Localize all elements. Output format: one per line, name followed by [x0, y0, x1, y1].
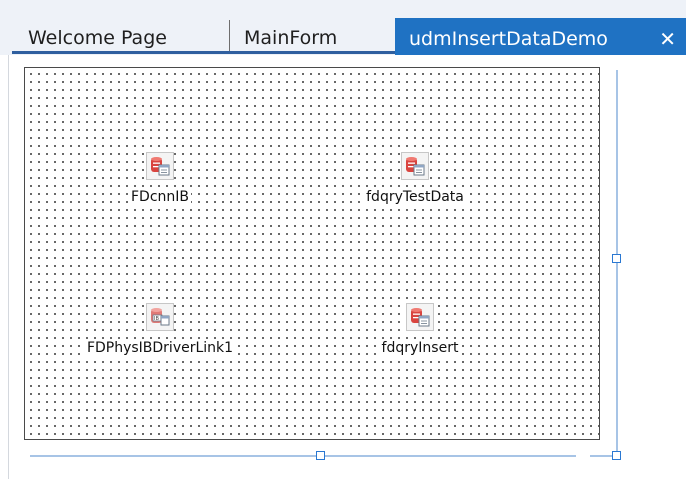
database-icon [146, 152, 174, 180]
resize-guide-horizontal [30, 455, 620, 457]
component-fdcnnib[interactable]: FDcnnIB [90, 152, 230, 205]
tab-udminsertdatademo[interactable]: udmInsertDataDemo ✕ [395, 18, 686, 55]
component-label: FDcnnIB [128, 189, 191, 205]
ib-driver-icon: IB [146, 303, 174, 331]
guide-gap [576, 454, 590, 458]
component-fdqrytestdata[interactable]: fdqryTestData [325, 152, 505, 205]
database-icon [406, 303, 434, 331]
data-module-design-surface[interactable]: FDcnnIB fdqryTestData IB FDPhysIBDriverL… [24, 67, 600, 440]
resize-handle-corner[interactable] [612, 451, 621, 460]
tab-mainform[interactable]: MainForm [229, 20, 391, 53]
content-left-border [8, 55, 9, 479]
resize-handle-right[interactable] [612, 254, 621, 263]
document-tab-bar: Welcome Page MainForm udmInsertDataDemo … [0, 0, 686, 55]
close-icon[interactable]: ✕ [659, 19, 676, 59]
resize-guide-vertical [616, 70, 618, 460]
tab-underline [12, 51, 395, 54]
tab-welcome-page[interactable]: Welcome Page [14, 20, 229, 53]
component-fdqryinsert[interactable]: fdqryInsert [355, 303, 485, 356]
component-label: fdqryTestData [364, 189, 466, 205]
component-label: FDPhysIBDriverLink1 [84, 340, 236, 356]
tab-udminsertdatademo-label: udmInsertDataDemo [409, 28, 608, 50]
component-fdphysibdriverlink1[interactable]: IB FDPhysIBDriverLink1 [55, 303, 265, 356]
resize-handle-bottom[interactable] [316, 451, 325, 460]
component-label: fdqryInsert [379, 340, 461, 356]
database-icon [401, 152, 429, 180]
svg-text:IB: IB [154, 316, 159, 322]
